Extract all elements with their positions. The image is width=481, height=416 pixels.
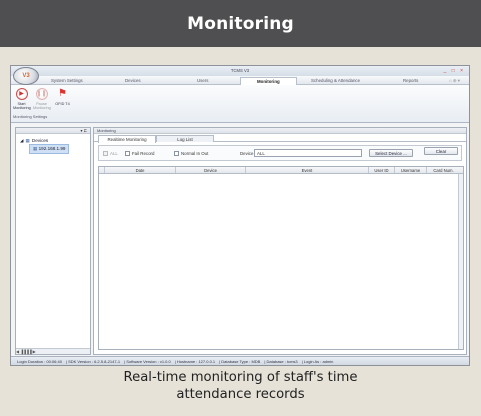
column-event[interactable]: Event	[246, 167, 369, 173]
column-card-num[interactable]: Card Num.	[427, 167, 460, 173]
device-icon: ▦	[33, 146, 38, 151]
menu-bar: System Settings Devices Users Monitoring…	[11, 76, 469, 85]
app-logo[interactable]: V3	[13, 67, 39, 85]
pause-icon: ❚❚	[35, 88, 48, 100]
clear-button[interactable]: Clear	[424, 147, 458, 155]
device-field[interactable]: ALL	[254, 149, 362, 157]
window-titlebar: TCMS V3 _ □ ×	[11, 66, 469, 76]
grid-header: Date Device Event User ID Username Card …	[99, 167, 463, 174]
tree-device-node[interactable]: ▦ 192.168.1.99	[29, 144, 70, 154]
expand-icon[interactable]: ◢	[20, 137, 24, 145]
normal-in-out-checkbox[interactable]: Normal In Out	[174, 151, 208, 156]
menu-right-icons[interactable]: ⌂ ⊕ ▾	[449, 77, 460, 85]
page-header: Monitoring	[0, 0, 481, 47]
device-tree-panel: ▾ ⊏ ◢ ▦ Devices ▦ 192.168.1.99 ◀ ▐▐▐▐ ▶	[15, 127, 91, 355]
device-label: Device	[240, 151, 254, 156]
window-title: TCMS V3	[230, 68, 250, 73]
tab-log-list[interactable]: Log List	[156, 135, 214, 142]
status-sdk-version: SDK Version : 6.2.5.8-2147-1	[68, 359, 121, 364]
status-database: Database : tcms3	[266, 359, 298, 364]
page-title: Monitoring	[187, 13, 294, 34]
status-software-version: Software Version : v1.0.0	[126, 359, 171, 364]
caption-line-2: attendance records	[176, 387, 305, 402]
pause-monitoring-button[interactable]: ❚❚ Pause Monitoring	[33, 88, 51, 110]
monitoring-panel: Monitoring Realtime Monitoring Log List …	[93, 127, 467, 355]
menu-system-settings[interactable]: System Settings	[51, 77, 83, 85]
start-monitoring-button[interactable]: ▶ Start Monitoring	[13, 88, 31, 110]
ofid-t4-button[interactable]: ⚑ OFID T4	[54, 88, 71, 106]
tab-strip: Realtime Monitoring Log List	[94, 134, 466, 143]
menu-scheduling-attendance[interactable]: Scheduling & Attendance	[311, 77, 360, 85]
ribbon-group-label: Monitoring Settings	[13, 114, 48, 119]
status-bar: Login Duration : 00:06:40 | SDK Version :…	[11, 356, 469, 365]
fail-record-checkbox[interactable]: Fail Record	[125, 151, 154, 156]
app-screenshot: V3 TCMS V3 _ □ × System Settings Devices…	[10, 65, 470, 366]
tab-realtime-monitoring[interactable]: Realtime Monitoring	[98, 135, 156, 143]
window-controls[interactable]: _ □ ×	[444, 66, 466, 76]
menu-devices[interactable]: Devices	[125, 77, 141, 85]
ribbon-toolbar: ▶ Start Monitoring ❚❚ Pause Monitoring ⚑…	[11, 85, 469, 123]
all-checkbox[interactable]: ALL	[103, 151, 118, 156]
column-date[interactable]: Date	[105, 167, 176, 173]
event-grid: Date Device Event User ID Username Card …	[98, 166, 464, 350]
caption-line-1: Real-time monitoring of staff's time	[123, 370, 358, 385]
horizontal-scrollbar[interactable]: ◀ ▐▐▐▐ ▶	[16, 348, 90, 354]
select-device-button[interactable]: Select Device ...	[369, 149, 413, 157]
vertical-scrollbar[interactable]	[458, 174, 463, 349]
column-user-id[interactable]: User ID	[369, 167, 395, 173]
column-device[interactable]: Device	[176, 167, 246, 173]
status-database-type: Database Type : MDB	[221, 359, 261, 364]
play-icon: ▶	[15, 88, 28, 100]
menu-reports[interactable]: Reports	[403, 77, 418, 85]
column-username[interactable]: Username	[395, 167, 427, 173]
status-login-as: Login As : admin	[303, 359, 334, 364]
menu-users[interactable]: Users	[197, 77, 208, 85]
status-login-duration: Login Duration : 00:06:40	[17, 359, 62, 364]
filter-bar: ALL Fail Record Normal In Out Device ALL…	[98, 145, 462, 161]
status-hostname: Hostname : 127.0.0.1	[176, 359, 216, 364]
flag-icon: ⚑	[58, 88, 67, 99]
menu-monitoring[interactable]: Monitoring	[240, 77, 297, 85]
caption: Real-time monitoring of staff's time att…	[0, 369, 481, 403]
